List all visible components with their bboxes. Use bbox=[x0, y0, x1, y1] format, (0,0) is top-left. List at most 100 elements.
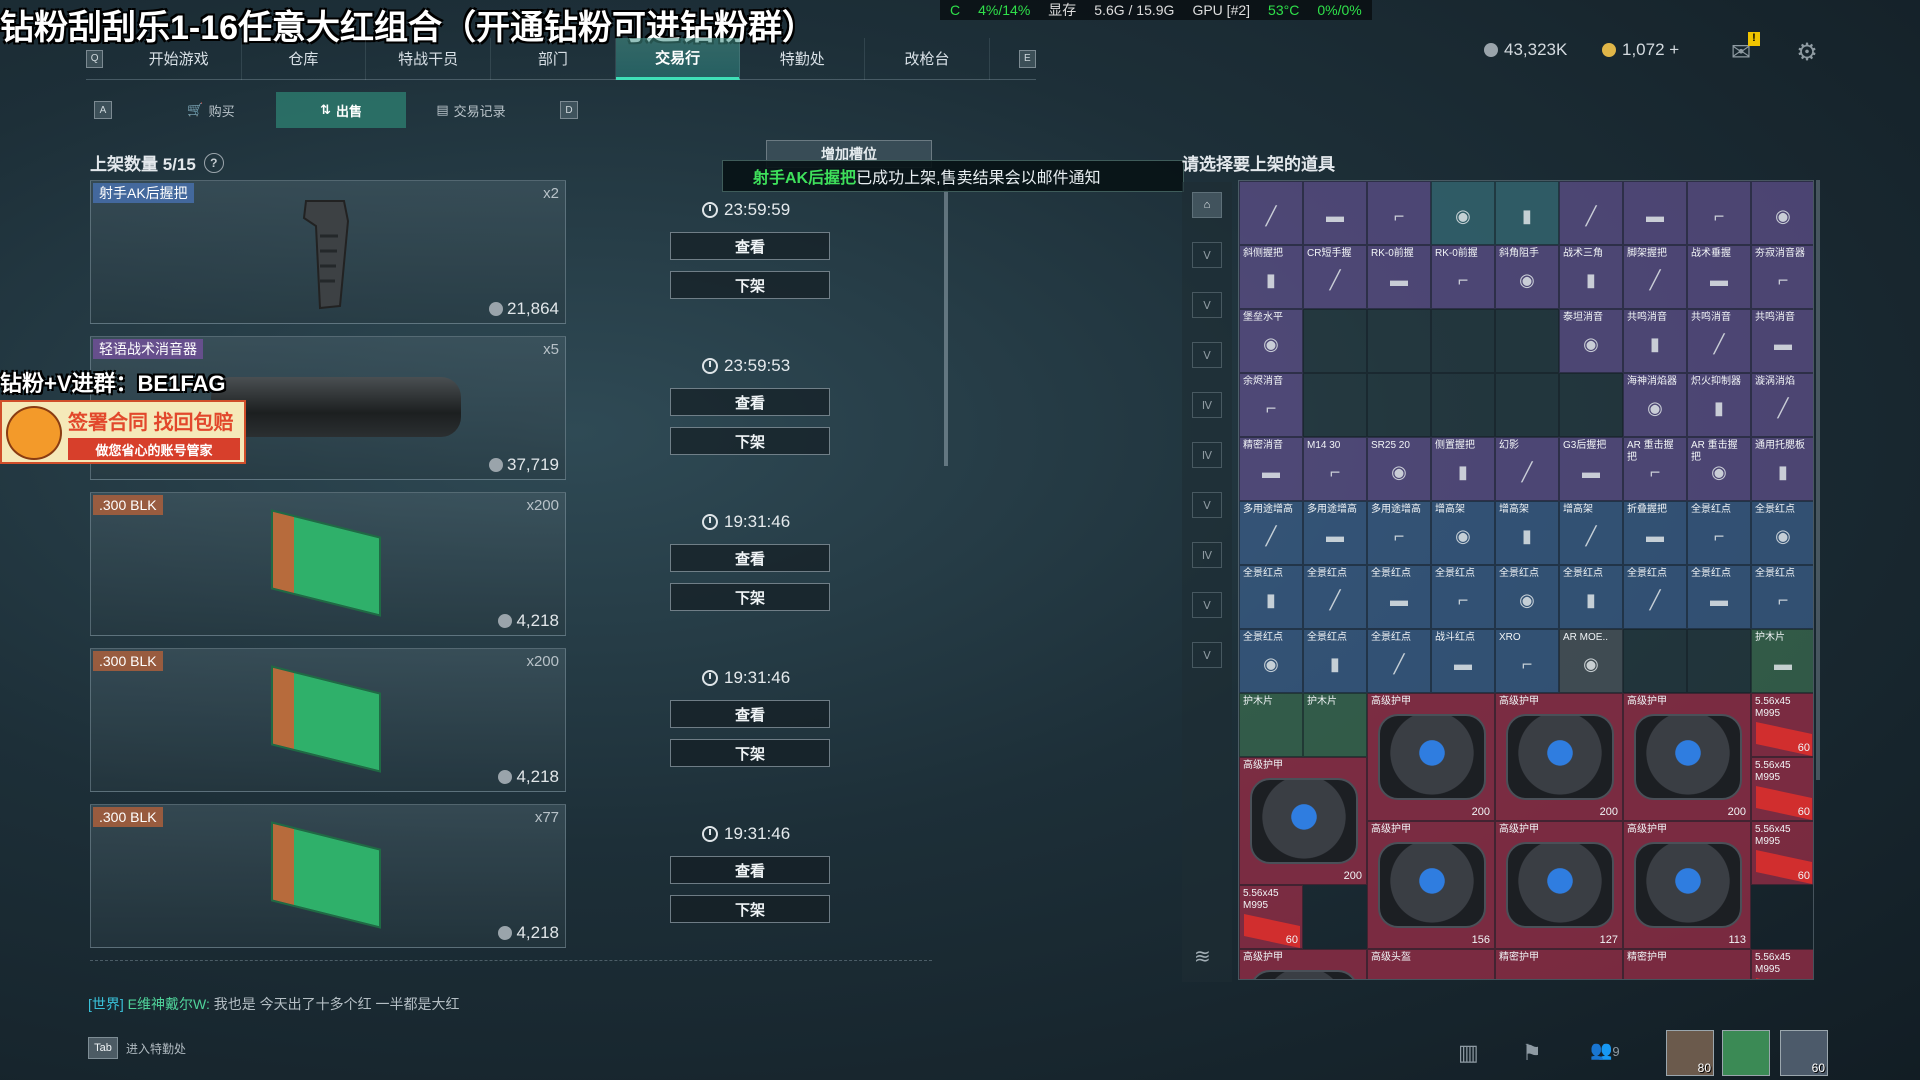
tab-operators[interactable]: 特战干员 bbox=[366, 37, 491, 80]
armor-cell[interactable]: 高级护甲 200 bbox=[1367, 693, 1495, 821]
category-rifle-icon[interactable]: Ⅴ bbox=[1192, 242, 1222, 268]
avatar[interactable] bbox=[1722, 1030, 1770, 1076]
ammo-cell[interactable]: 5.56x45 M995 60 bbox=[1239, 885, 1303, 949]
inventory-cell[interactable]: AR 重击握把 ⌐ bbox=[1623, 437, 1687, 501]
ammo-cell[interactable]: 5.56x45 M995 60 bbox=[1751, 693, 1813, 757]
delist-button[interactable]: 下架 bbox=[670, 895, 830, 923]
category-gear-icon[interactable]: Ⅴ bbox=[1192, 642, 1222, 668]
inventory-cell[interactable]: 斜角阻手 ◉ bbox=[1495, 245, 1559, 309]
view-button[interactable]: 查看 bbox=[670, 856, 830, 884]
inventory-cell[interactable]: 堡垒水平 ◉ bbox=[1239, 309, 1303, 373]
armor-cell[interactable]: 高级护甲 127 bbox=[1495, 821, 1623, 949]
inventory-cell[interactable]: 护木片 bbox=[1303, 693, 1367, 757]
inventory-cell[interactable]: ▬ bbox=[1303, 181, 1367, 245]
friends-icon[interactable]: 👥9 bbox=[1590, 1040, 1620, 1061]
inventory-cell[interactable]: 炽火抑制器 ▮ bbox=[1687, 373, 1751, 437]
inventory-cell[interactable]: ▮ bbox=[1495, 181, 1559, 245]
inventory-cell[interactable]: 高级头盔 bbox=[1367, 949, 1495, 979]
tab-department[interactable]: 部门 bbox=[491, 37, 616, 80]
subnav-prev-key[interactable]: A bbox=[94, 101, 112, 119]
ammo-cell[interactable]: 5.56x45 M995 bbox=[1751, 949, 1813, 979]
inventory-cell[interactable]: 全景红点 ╱ bbox=[1367, 629, 1431, 693]
inventory-cell[interactable]: AR 重击握把 ◉ bbox=[1687, 437, 1751, 501]
inventory-cell[interactable]: 护木片 ▬ bbox=[1751, 629, 1813, 693]
inventory-cell[interactable]: 精密护甲 bbox=[1495, 949, 1623, 979]
inventory-cell[interactable]: ⌐ bbox=[1687, 181, 1751, 245]
category-camera-icon[interactable]: Ⅳ bbox=[1192, 442, 1222, 468]
inventory-cell[interactable]: 斜侧握把 ▮ bbox=[1239, 245, 1303, 309]
inventory-cell[interactable]: 全景红点 ◉ bbox=[1239, 629, 1303, 693]
category-all-icon[interactable]: ⌂ bbox=[1192, 192, 1222, 218]
tab-gunsmith[interactable]: 改枪台 bbox=[865, 37, 990, 80]
view-button[interactable]: 查看 bbox=[670, 388, 830, 416]
inventory-cell[interactable]: 通用托腮板 ▮ bbox=[1751, 437, 1813, 501]
inventory-cell[interactable]: 增高架 ◉ bbox=[1431, 501, 1495, 565]
inventory-cell[interactable]: G3后握把 ▬ bbox=[1559, 437, 1623, 501]
inventory-cell[interactable]: ╱ bbox=[1239, 181, 1303, 245]
view-button[interactable]: 查看 bbox=[670, 700, 830, 728]
flag-icon[interactable]: ⚑ bbox=[1522, 1040, 1542, 1066]
subtab-sell[interactable]: ⇅ 出售 bbox=[276, 92, 406, 128]
subnav-next-key[interactable]: D bbox=[560, 101, 578, 119]
inventory-cell[interactable]: ◉ bbox=[1431, 181, 1495, 245]
subtab-history[interactable]: ▤ 交易记录 bbox=[406, 92, 536, 128]
armor-cell[interactable]: 高级护甲 bbox=[1239, 949, 1367, 979]
subtab-buy[interactable]: 🛒 购买 bbox=[146, 92, 276, 128]
inventory-scrollbar[interactable] bbox=[1816, 180, 1820, 780]
avatar[interactable]: 60 bbox=[1780, 1030, 1828, 1076]
help-icon[interactable]: ? bbox=[203, 152, 224, 173]
inventory-cell[interactable]: 全景红点 ▮ bbox=[1239, 565, 1303, 629]
inventory-cell[interactable]: 折叠握把 ▬ bbox=[1623, 501, 1687, 565]
inventory-cell[interactable]: 战斗红点 ▬ bbox=[1431, 629, 1495, 693]
inventory-cell[interactable]: 侧置握把 ▮ bbox=[1431, 437, 1495, 501]
armor-cell[interactable]: 高级护甲 200 bbox=[1495, 693, 1623, 821]
avatar[interactable]: 80 bbox=[1666, 1030, 1714, 1076]
inventory-cell[interactable]: 脚架握把 ╱ bbox=[1623, 245, 1687, 309]
armor-cell[interactable]: 高级护甲 200 bbox=[1239, 757, 1367, 885]
inventory-cell[interactable]: 增高架 ▮ bbox=[1495, 501, 1559, 565]
inventory-cell[interactable]: 漩涡消焰 ╱ bbox=[1751, 373, 1813, 437]
armor-cell[interactable]: 高级护甲 200 bbox=[1623, 693, 1751, 821]
stats-chart-icon[interactable]: ▥ bbox=[1458, 1040, 1479, 1066]
inventory-cell[interactable]: 战术三角 ▮ bbox=[1559, 245, 1623, 309]
inventory-cell[interactable]: 全景红点 ⌐ bbox=[1751, 565, 1813, 629]
tab-special-ops[interactable]: 特勤处 bbox=[740, 37, 866, 80]
category-gear-icon[interactable]: Ⅳ bbox=[1192, 542, 1222, 568]
delist-button[interactable]: 下架 bbox=[670, 427, 830, 455]
category-gear-icon[interactable]: Ⅴ bbox=[1192, 492, 1222, 518]
inventory-cell[interactable]: 全景红点 ▮ bbox=[1559, 565, 1623, 629]
inventory-cell[interactable]: 全景红点 ▬ bbox=[1367, 565, 1431, 629]
nav-next-key[interactable]: E bbox=[1018, 49, 1037, 68]
inventory-cell[interactable]: 精密护甲 bbox=[1623, 949, 1751, 979]
armor-cell[interactable]: 高级护甲 156 bbox=[1367, 821, 1495, 949]
inventory-cell[interactable]: 全景红点 ◉ bbox=[1751, 501, 1813, 565]
inventory-cell[interactable]: 海神消焰器 ◉ bbox=[1623, 373, 1687, 437]
inventory-cell[interactable]: SR25 20 ◉ bbox=[1367, 437, 1431, 501]
inventory-cell[interactable]: CR短手握 ╱ bbox=[1303, 245, 1367, 309]
delist-button[interactable]: 下架 bbox=[670, 271, 830, 299]
tab-warehouse[interactable]: 仓库 bbox=[242, 37, 367, 80]
listing-card[interactable]: .300 BLK x77 4,218 bbox=[90, 804, 566, 948]
inventory-cell[interactable]: ◉ bbox=[1751, 181, 1813, 245]
inventory-cell[interactable]: 全景红点 ⌐ bbox=[1687, 501, 1751, 565]
tab-start-game[interactable]: 开始游戏 bbox=[117, 37, 242, 80]
inventory-cell[interactable]: ⌐ bbox=[1367, 181, 1431, 245]
tab-trading[interactable]: 交易行 bbox=[615, 37, 741, 80]
view-button[interactable]: 查看 bbox=[670, 232, 830, 260]
inventory-cell[interactable]: 泰坦消音 ◉ bbox=[1559, 309, 1623, 373]
inventory-cell[interactable]: M14 30 ⌐ bbox=[1303, 437, 1367, 501]
inventory-cell[interactable]: 增高架 ╱ bbox=[1559, 501, 1623, 565]
delist-button[interactable]: 下架 bbox=[670, 739, 830, 767]
armor-cell[interactable]: 高级护甲 113 bbox=[1623, 821, 1751, 949]
inventory-cell[interactable]: RK-0前握 ⌐ bbox=[1431, 245, 1495, 309]
listing-card[interactable]: .300 BLK x200 4,218 bbox=[90, 648, 566, 792]
tab-hint[interactable]: Tab 进入特勤处 bbox=[88, 1037, 186, 1059]
inventory-cell[interactable]: 余烬消音 ⌐ bbox=[1239, 373, 1303, 437]
inventory-cell[interactable]: 夯寂消音器 ⌐ bbox=[1751, 245, 1813, 309]
listing-scrollbar[interactable] bbox=[944, 186, 948, 466]
inventory-cell[interactable]: 全景红点 ╱ bbox=[1623, 565, 1687, 629]
inventory-cell[interactable]: 多用途增高 ╱ bbox=[1239, 501, 1303, 565]
inventory-cell[interactable]: RK-0前握 ▬ bbox=[1367, 245, 1431, 309]
ammo-cell[interactable]: 5.56x45 M995 60 bbox=[1751, 821, 1813, 885]
inventory-cell[interactable]: 全景红点 ╱ bbox=[1303, 565, 1367, 629]
